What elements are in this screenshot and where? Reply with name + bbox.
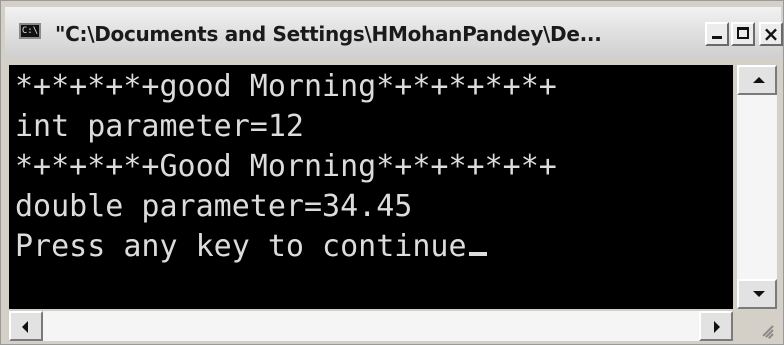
arrow-down-icon	[753, 291, 765, 297]
maximize-button[interactable]	[731, 22, 755, 46]
arrow-left-icon	[22, 321, 28, 333]
scroll-left-button[interactable]	[9, 311, 43, 341]
close-button[interactable]: ×	[759, 22, 783, 46]
scroll-down-button[interactable]	[737, 279, 777, 309]
console-output-area[interactable]: *+*+*+*+good Morning*+*+*+*+*+ int param…	[9, 65, 733, 309]
console-line: int parameter=12	[15, 109, 304, 144]
console-line: *+*+*+*+good Morning*+*+*+*+*+	[15, 69, 557, 104]
minimize-icon	[712, 36, 722, 39]
resize-grip-icon[interactable]	[741, 313, 775, 341]
horizontal-scrollbar[interactable]	[9, 311, 733, 341]
console-prompt-line: Press any key to continue	[15, 227, 487, 267]
minimize-button[interactable]	[705, 22, 729, 46]
console-window: C:\ "C:\Documents and Settings\HMohanPan…	[0, 0, 784, 345]
console-icon[interactable]: C:\	[19, 23, 41, 39]
scroll-right-button[interactable]	[699, 311, 733, 341]
maximize-icon	[737, 27, 749, 39]
console-line: *+*+*+*+Good Morning*+*+*+*+*+	[15, 149, 557, 184]
arrow-up-icon	[753, 77, 765, 83]
window-title: "C:\Documents and Settings\HMohanPandey\…	[55, 22, 602, 46]
console-line: double parameter=34.45	[15, 189, 413, 224]
scroll-up-button[interactable]	[737, 65, 777, 95]
vertical-scrollbar[interactable]	[737, 65, 777, 309]
title-bar[interactable]: C:\ "C:\Documents and Settings\HMohanPan…	[5, 7, 783, 59]
arrow-right-icon	[714, 321, 720, 333]
text-cursor	[468, 252, 487, 256]
console-prompt-text: Press any key to continue	[15, 229, 467, 264]
close-icon: ×	[762, 22, 780, 46]
